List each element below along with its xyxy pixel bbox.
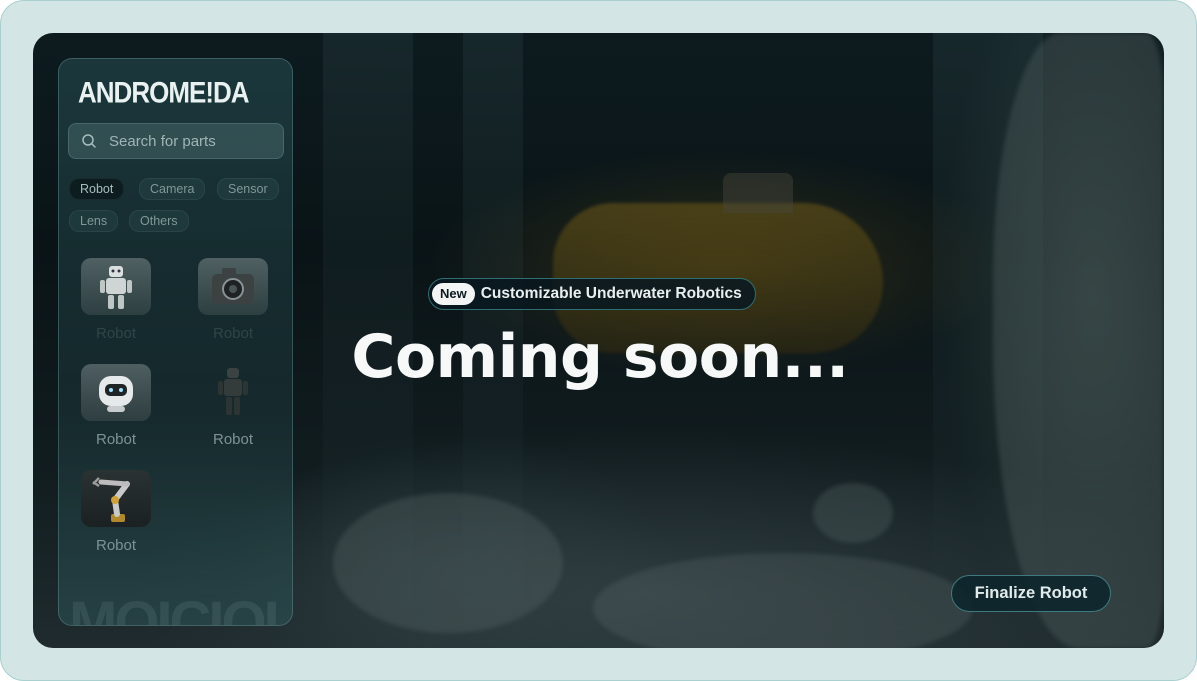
- filter-chip-others[interactable]: Others: [129, 210, 189, 232]
- watermark-logo: MOICIOI: [69, 590, 280, 626]
- part-card[interactable]: Robot: [183, 364, 283, 448]
- hero-headline: Coming soon...: [351, 322, 849, 392]
- humanoid-robot-icon: [81, 258, 151, 315]
- filter-chip-lens[interactable]: Lens: [69, 210, 119, 232]
- part-label: Robot: [212, 431, 254, 448]
- search-box[interactable]: [68, 123, 284, 159]
- submarine-tower: [723, 173, 793, 213]
- part-label: Robot: [95, 431, 137, 448]
- logo: ANDROME!DA: [78, 75, 250, 110]
- seabed-floor: [593, 553, 973, 648]
- new-badge: New: [432, 283, 475, 305]
- announcement-badge[interactable]: New Customizable Underwater Robotics: [428, 278, 756, 310]
- seabed-rock: [333, 493, 563, 633]
- search-input[interactable]: [109, 124, 279, 158]
- seabed-rock: [813, 483, 893, 543]
- part-card[interactable]: Robot: [183, 258, 283, 342]
- filter-chip-sensor[interactable]: Sensor: [217, 178, 279, 200]
- parts-sidebar: ANDROME!DA Robot Camera Sensor Lens Othe…: [58, 58, 293, 626]
- badge-text: Customizable Underwater Robotics: [480, 285, 742, 302]
- filter-chip-robot[interactable]: Robot: [69, 178, 125, 200]
- part-card[interactable]: Robot: [66, 364, 166, 448]
- filter-chip-camera[interactable]: Camera: [139, 178, 206, 200]
- robotic-arm-icon: [81, 470, 151, 527]
- rock-wall: [993, 33, 1163, 648]
- search-icon: [82, 134, 96, 148]
- round-robot-icon: [81, 364, 151, 421]
- part-label: Robot: [95, 325, 137, 342]
- part-card[interactable]: Robot: [66, 258, 166, 342]
- part-label: Robot: [95, 537, 137, 554]
- part-card[interactable]: Robot: [66, 470, 166, 554]
- camera-robot-icon: [198, 258, 268, 315]
- part-label: Robot: [212, 325, 254, 342]
- finalize-robot-button[interactable]: Finalize Robot: [951, 575, 1111, 612]
- dark-humanoid-robot-icon: [198, 364, 268, 421]
